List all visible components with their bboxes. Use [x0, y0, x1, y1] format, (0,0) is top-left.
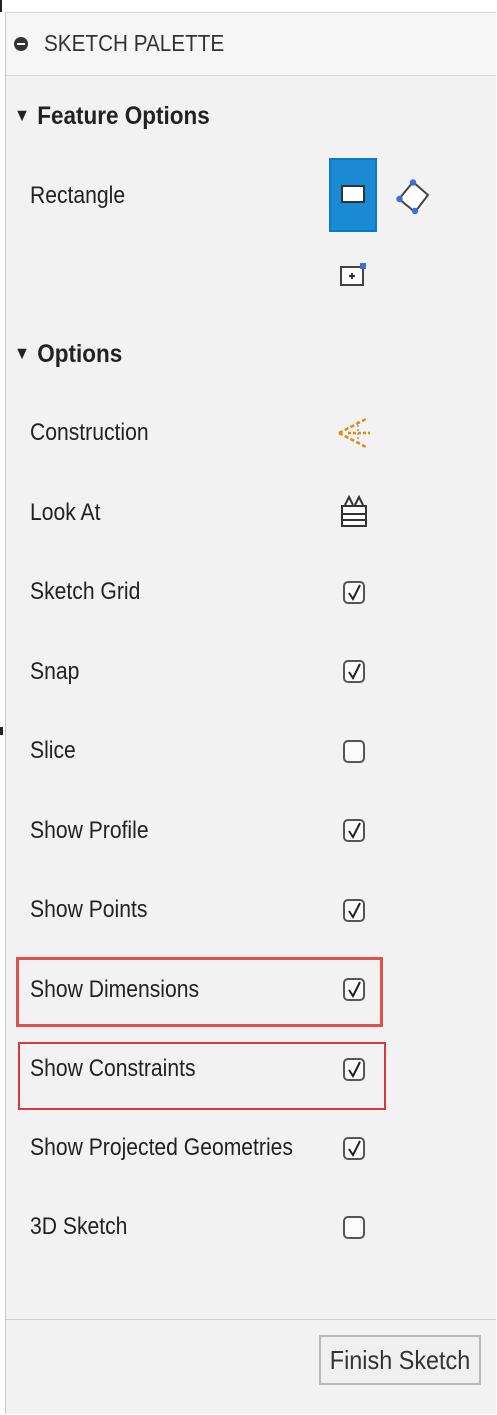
- sketch-palette-panel: SKETCH PALETTE ▼ Feature Options Rectangl…: [5, 12, 496, 1414]
- palette-title: SKETCH PALETTE: [44, 30, 225, 56]
- construction-icon[interactable]: [336, 415, 372, 451]
- sketch-grid-checkbox[interactable]: [343, 581, 365, 604]
- window-edge: [0, 0, 2, 12]
- snap-label: Snap: [30, 658, 80, 685]
- slice-checkbox[interactable]: [343, 740, 365, 763]
- construction-label: Construction: [30, 419, 149, 446]
- checkmark-icon: [348, 584, 361, 601]
- three-point-rectangle-icon[interactable]: [395, 179, 431, 215]
- finish-sketch-label: Finish Sketch: [329, 1345, 471, 1375]
- show-profile-checkbox[interactable]: [343, 819, 365, 842]
- show-projected-geometries-checkbox[interactable]: [343, 1137, 365, 1160]
- show-points-label: Show Points: [30, 896, 148, 923]
- collapse-icon[interactable]: [14, 37, 28, 51]
- finish-sketch-button[interactable]: Finish Sketch: [319, 1335, 481, 1385]
- feature-options-label: Feature Options: [37, 102, 210, 130]
- window-edge-tick: [0, 727, 3, 735]
- show-dimensions-label: Show Dimensions: [30, 976, 200, 1003]
- show-dimensions-checkbox[interactable]: [343, 978, 365, 1001]
- two-point-rectangle-icon: [341, 185, 365, 203]
- look-at-label: Look At: [30, 499, 101, 526]
- palette-header: SKETCH PALETTE: [6, 13, 496, 76]
- checkmark-icon: [348, 1140, 361, 1157]
- checkmark-icon: [348, 822, 361, 839]
- center-rectangle-icon[interactable]: [339, 261, 369, 289]
- options-heading[interactable]: ▼ Options: [14, 340, 122, 369]
- slice-label: Slice: [30, 737, 76, 764]
- sketch-grid-label: Sketch Grid: [30, 578, 141, 605]
- checkmark-icon: [348, 663, 361, 680]
- show-points-checkbox[interactable]: [343, 899, 365, 922]
- checkmark-icon: [348, 1061, 361, 1078]
- 3d-sketch-checkbox[interactable]: [343, 1216, 365, 1239]
- rectangle-label: Rectangle: [30, 182, 126, 209]
- feature-options-heading[interactable]: ▼ Feature Options: [14, 102, 210, 131]
- two-point-rectangle-button[interactable]: [329, 158, 377, 232]
- snap-checkbox[interactable]: [343, 660, 365, 683]
- checkmark-icon: [348, 902, 361, 919]
- show-constraints-label: Show Constraints: [30, 1055, 196, 1082]
- look-at-icon[interactable]: [339, 494, 369, 530]
- show-projected-geometries-label: Show Projected Geometries: [30, 1134, 293, 1161]
- show-constraints-checkbox[interactable]: [343, 1058, 365, 1081]
- footer-divider: [6, 1319, 496, 1320]
- 3d-sketch-label: 3D Sketch: [30, 1213, 128, 1240]
- expand-triangle-icon: ▼: [14, 104, 31, 125]
- expand-triangle-icon: ▼: [14, 342, 31, 363]
- checkmark-icon: [348, 981, 361, 998]
- show-profile-label: Show Profile: [30, 817, 149, 844]
- options-label: Options: [37, 340, 123, 368]
